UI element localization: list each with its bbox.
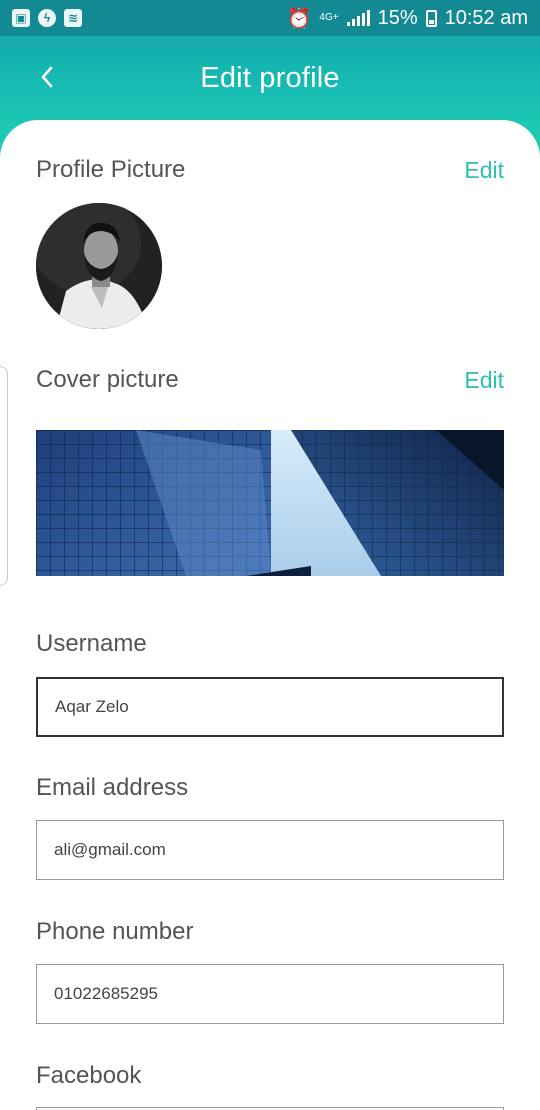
phone-input[interactable] <box>36 964 504 1024</box>
status-bar: ▣ ϟ ≋ ⏰ 4G+ 15% 10:52 am <box>0 0 540 36</box>
side-panel-handle[interactable] <box>0 366 8 586</box>
signal-icon <box>346 10 370 26</box>
cover-picture-row: Cover picture Edit <box>36 366 504 394</box>
page-title: Edit profile <box>200 61 340 94</box>
gallery-icon: ▣ <box>12 9 30 27</box>
back-button[interactable] <box>30 60 64 94</box>
wifi-icon: ≋ <box>64 9 82 27</box>
edit-profile-picture-button[interactable]: Edit <box>464 157 504 184</box>
profile-card: Profile Picture Edit Cover picture Edit <box>0 120 540 1110</box>
status-notifications: ▣ ϟ ≋ <box>12 9 82 27</box>
profile-picture-label: Profile Picture <box>36 156 186 183</box>
email-input[interactable] <box>36 820 504 880</box>
username-input[interactable] <box>36 677 504 737</box>
facebook-label: Facebook <box>36 1062 142 1089</box>
messenger-icon: ϟ <box>38 9 56 27</box>
edit-cover-picture-button[interactable]: Edit <box>464 367 504 394</box>
email-label: Email address <box>36 774 189 801</box>
avatar[interactable] <box>36 203 162 329</box>
profile-picture-row: Profile Picture Edit <box>36 156 504 184</box>
username-label: Username <box>36 630 147 657</box>
clock: 10:52 am <box>444 6 528 29</box>
app-header: Edit profile <box>0 36 540 120</box>
network-type: 4G+ <box>319 12 339 23</box>
battery-icon <box>425 9 437 27</box>
phone-label: Phone number <box>36 918 194 945</box>
chevron-left-icon <box>41 66 53 88</box>
alarm-icon: ⏰ <box>286 7 312 30</box>
cover-image[interactable] <box>36 430 504 576</box>
cover-picture-label: Cover picture <box>36 366 179 393</box>
battery-percent: 15% <box>377 6 418 29</box>
